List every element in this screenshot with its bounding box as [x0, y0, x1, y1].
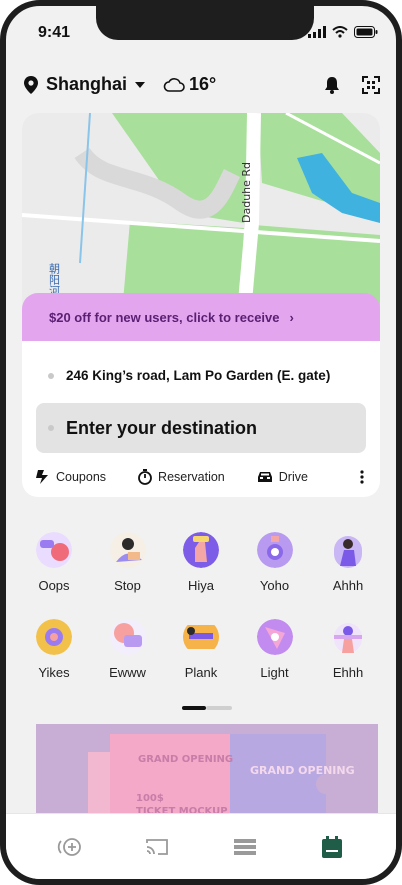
service-label: Plank — [184, 665, 218, 680]
service-oops[interactable]: Oops — [22, 532, 86, 593]
stop-illustration-icon — [109, 532, 146, 568]
map-card: Daduhe Rd 朝阳河 $20 off for new users, cli… — [22, 113, 380, 497]
destination-placeholder: Enter your destination — [66, 417, 258, 438]
car-icon — [257, 472, 272, 482]
chevron-down-icon[interactable] — [135, 81, 146, 89]
service-yikes[interactable]: Yikes — [22, 619, 86, 680]
page-indicator-active — [182, 706, 206, 710]
top-actions — [324, 76, 380, 94]
signal-icon — [308, 26, 326, 38]
scan-icon[interactable] — [362, 76, 380, 94]
service-label: Oops — [38, 578, 70, 593]
banner-title-right: GRAND OPENING — [250, 764, 355, 777]
service-stop[interactable]: Stop — [96, 532, 160, 593]
ewww-illustration-icon — [109, 619, 146, 655]
bottom-tab-bar — [6, 813, 396, 879]
service-label: Yoho — [259, 578, 290, 593]
services-row-2: Yikes Ewww Plank Light Ehhh — [22, 619, 380, 680]
notch — [96, 6, 314, 40]
service-label: Ehhh — [332, 665, 364, 680]
city-name: Shanghai — [46, 74, 128, 94]
page-indicator — [182, 706, 232, 710]
banner-price: 100$ — [136, 793, 164, 804]
location-row[interactable]: Shanghai 16° — [24, 74, 216, 95]
status-time: 9:41 — [38, 24, 71, 41]
coupons-button[interactable]: Coupons — [36, 470, 106, 484]
battery-icon — [354, 26, 378, 38]
cast-icon — [146, 838, 169, 855]
service-ehhh[interactable]: Ehhh — [316, 619, 380, 680]
service-label: Ewww — [109, 665, 146, 680]
light-illustration-icon — [256, 619, 293, 655]
coupons-label: Coupons — [56, 470, 107, 484]
temperature: 16° — [189, 74, 217, 94]
tab-home[interactable] — [50, 827, 90, 867]
list-icon — [233, 838, 256, 855]
page-indicator-inactive — [206, 706, 232, 710]
services-grid: Oops Stop Hiya Yoho Ahhh Yikes Ewww Plan… — [22, 532, 380, 706]
pickup-location[interactable]: 246 King’s road, Lam Po Garden (E. gate) — [48, 368, 330, 383]
service-light[interactable]: Light — [243, 619, 307, 680]
calendar-icon — [322, 835, 343, 858]
service-label: Yikes — [38, 665, 70, 680]
coupon-icon — [36, 470, 48, 484]
banner-title-left: GRAND OPENING — [138, 754, 233, 765]
service-label: Ahhh — [332, 578, 364, 593]
reservation-button[interactable]: Reservation — [138, 469, 225, 485]
reservation-label: Reservation — [158, 470, 225, 484]
tab-cast[interactable] — [137, 827, 177, 867]
service-label: Light — [260, 665, 289, 680]
ehhh-illustration-icon — [334, 623, 362, 653]
wifi-icon — [332, 26, 348, 38]
promo-banner[interactable]: $20 off for new users, click to receive … — [22, 293, 380, 341]
drive-button[interactable]: Drive — [257, 470, 308, 484]
pickup-address: 246 King’s road, Lam Po Garden (E. gate) — [66, 368, 331, 383]
yoho-illustration-icon — [256, 532, 293, 568]
chevron-right-icon: › — [289, 309, 294, 325]
hiya-illustration-icon — [183, 532, 219, 568]
bell-icon[interactable] — [324, 76, 340, 94]
service-label: Stop — [114, 578, 141, 593]
oops-illustration-icon — [36, 532, 72, 568]
location-pin-icon — [24, 75, 38, 94]
tab-calendar[interactable] — [312, 827, 352, 867]
services-row-1: Oops Stop Hiya Yoho Ahhh — [22, 532, 380, 593]
service-ahhh[interactable]: Ahhh — [316, 532, 380, 593]
river-label: 朝阳河 — [48, 263, 61, 296]
plank-illustration-icon — [183, 625, 219, 649]
pickup-dot-icon — [48, 372, 54, 379]
destination-dot-icon — [48, 425, 54, 431]
service-hiya[interactable]: Hiya — [169, 532, 233, 593]
road-label: Daduhe Rd — [240, 162, 253, 223]
tab-list[interactable] — [225, 827, 265, 867]
promo-text: $20 off for new users, click to receive — [49, 309, 280, 325]
add-circle-icon — [57, 837, 81, 856]
map-view[interactable]: Daduhe Rd 朝阳河 — [22, 113, 380, 313]
drive-label: Drive — [278, 470, 308, 484]
cloud-icon — [163, 77, 185, 92]
timer-icon — [138, 469, 152, 485]
yikes-illustration-icon — [36, 619, 72, 655]
service-ewww[interactable]: Ewww — [96, 619, 160, 680]
more-options-icon[interactable] — [360, 470, 364, 484]
destination-input[interactable]: Enter your destination — [36, 403, 366, 453]
quick-actions: Coupons Reservation Drive — [36, 469, 366, 485]
service-yoho[interactable]: Yoho — [243, 532, 307, 593]
phone-frame: 9:41 Shanghai 16° Daduhe Rd 朝阳河 $20 off … — [0, 0, 402, 885]
service-plank[interactable]: Plank — [169, 619, 233, 680]
status-icons — [308, 26, 378, 38]
service-label: Hiya — [187, 578, 214, 593]
ahhh-illustration-icon — [334, 536, 362, 568]
weather: 16° — [163, 74, 216, 95]
